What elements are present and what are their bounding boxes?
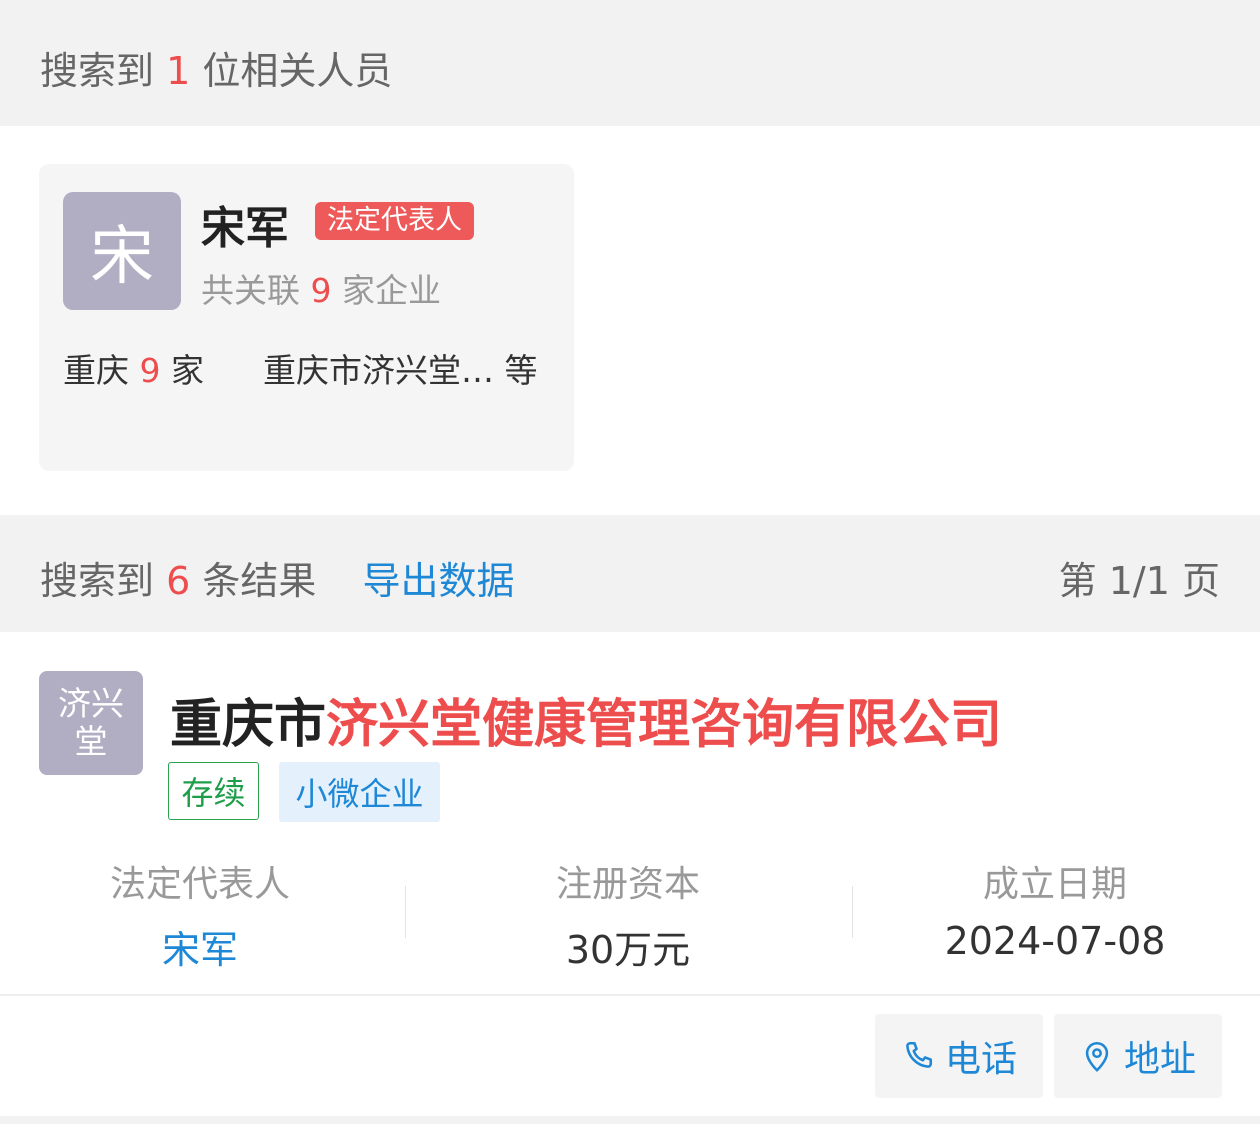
assoc-suffix: 家企业 [342,271,441,310]
capital-field: 注册资本 30万元 [418,855,838,974]
location-pin-icon [1085,1041,1109,1072]
phone-button[interactable]: 电话 [875,1014,1043,1098]
person-association: 共关联 9 家企业 [201,264,441,312]
capital-label: 注册资本 [555,864,700,905]
company-name[interactable]: 重庆市济兴堂健康管理咨询有限公司 [170,682,1002,757]
person-name[interactable]: 宋军 [201,192,289,256]
person-card[interactable]: 宋 宋军 法定代表人 共关联 9 家企业 重庆 9 家 重庆市济兴堂… 等 [39,164,574,471]
address-button[interactable]: 地址 [1054,1014,1222,1098]
page-indicator: 第 1/1 页 [1058,559,1220,603]
region-count: 9 [139,351,161,390]
phone-icon [906,1041,933,1068]
people-count: 1 [166,49,191,93]
person-region: 重庆 9 家 [63,344,204,392]
person-companies: 重庆市济兴堂… 等 [263,351,538,390]
results-prefix: 搜索到 [40,559,155,603]
region-unit: 家 [171,351,204,390]
company-name-prefix: 重庆市 [170,695,327,755]
founded-value: 2024-07-08 [944,919,1166,963]
company-size-badge: 小微企业 [279,762,440,822]
results-suffix: 条结果 [202,559,317,603]
people-result-header: 搜索到 1 位相关人员 [0,0,1260,126]
region-name: 重庆 [63,351,129,390]
export-data-link[interactable]: 导出数据 [363,559,515,603]
header-prefix: 搜索到 [40,49,155,93]
legal-rep-badge: 法定代表人 [315,202,474,240]
header-suffix: 位相关人员 [202,49,393,93]
bottom-separator [0,1116,1260,1124]
logo-line2: 堂 [74,722,108,761]
results-count: 6 [166,559,191,603]
founded-field: 成立日期 2024-07-08 [845,855,1260,963]
assoc-prefix: 共关联 [201,271,300,310]
divider [0,994,1260,996]
legal-rep-value[interactable]: 宋军 [0,919,410,974]
divider [405,886,406,938]
founded-label: 成立日期 [982,864,1127,905]
legal-rep-label: 法定代表人 [109,864,290,905]
capital-value: 30万元 [565,928,691,972]
company-logo: 济兴 堂 [39,671,143,775]
phone-label: 电话 [944,1039,1017,1080]
assoc-count: 9 [310,271,332,310]
person-avatar: 宋 [63,192,181,310]
company-name-highlight: 济兴堂健康管理咨询有限公司 [326,695,1003,755]
legal-rep-field: 法定代表人 宋军 [0,855,410,974]
logo-line1: 济兴 [58,684,124,723]
results-header: 搜索到 6 条结果 导出数据 第 1/1 页 [0,515,1260,632]
address-label: 地址 [1123,1039,1196,1080]
status-badge: 存续 [168,762,259,820]
